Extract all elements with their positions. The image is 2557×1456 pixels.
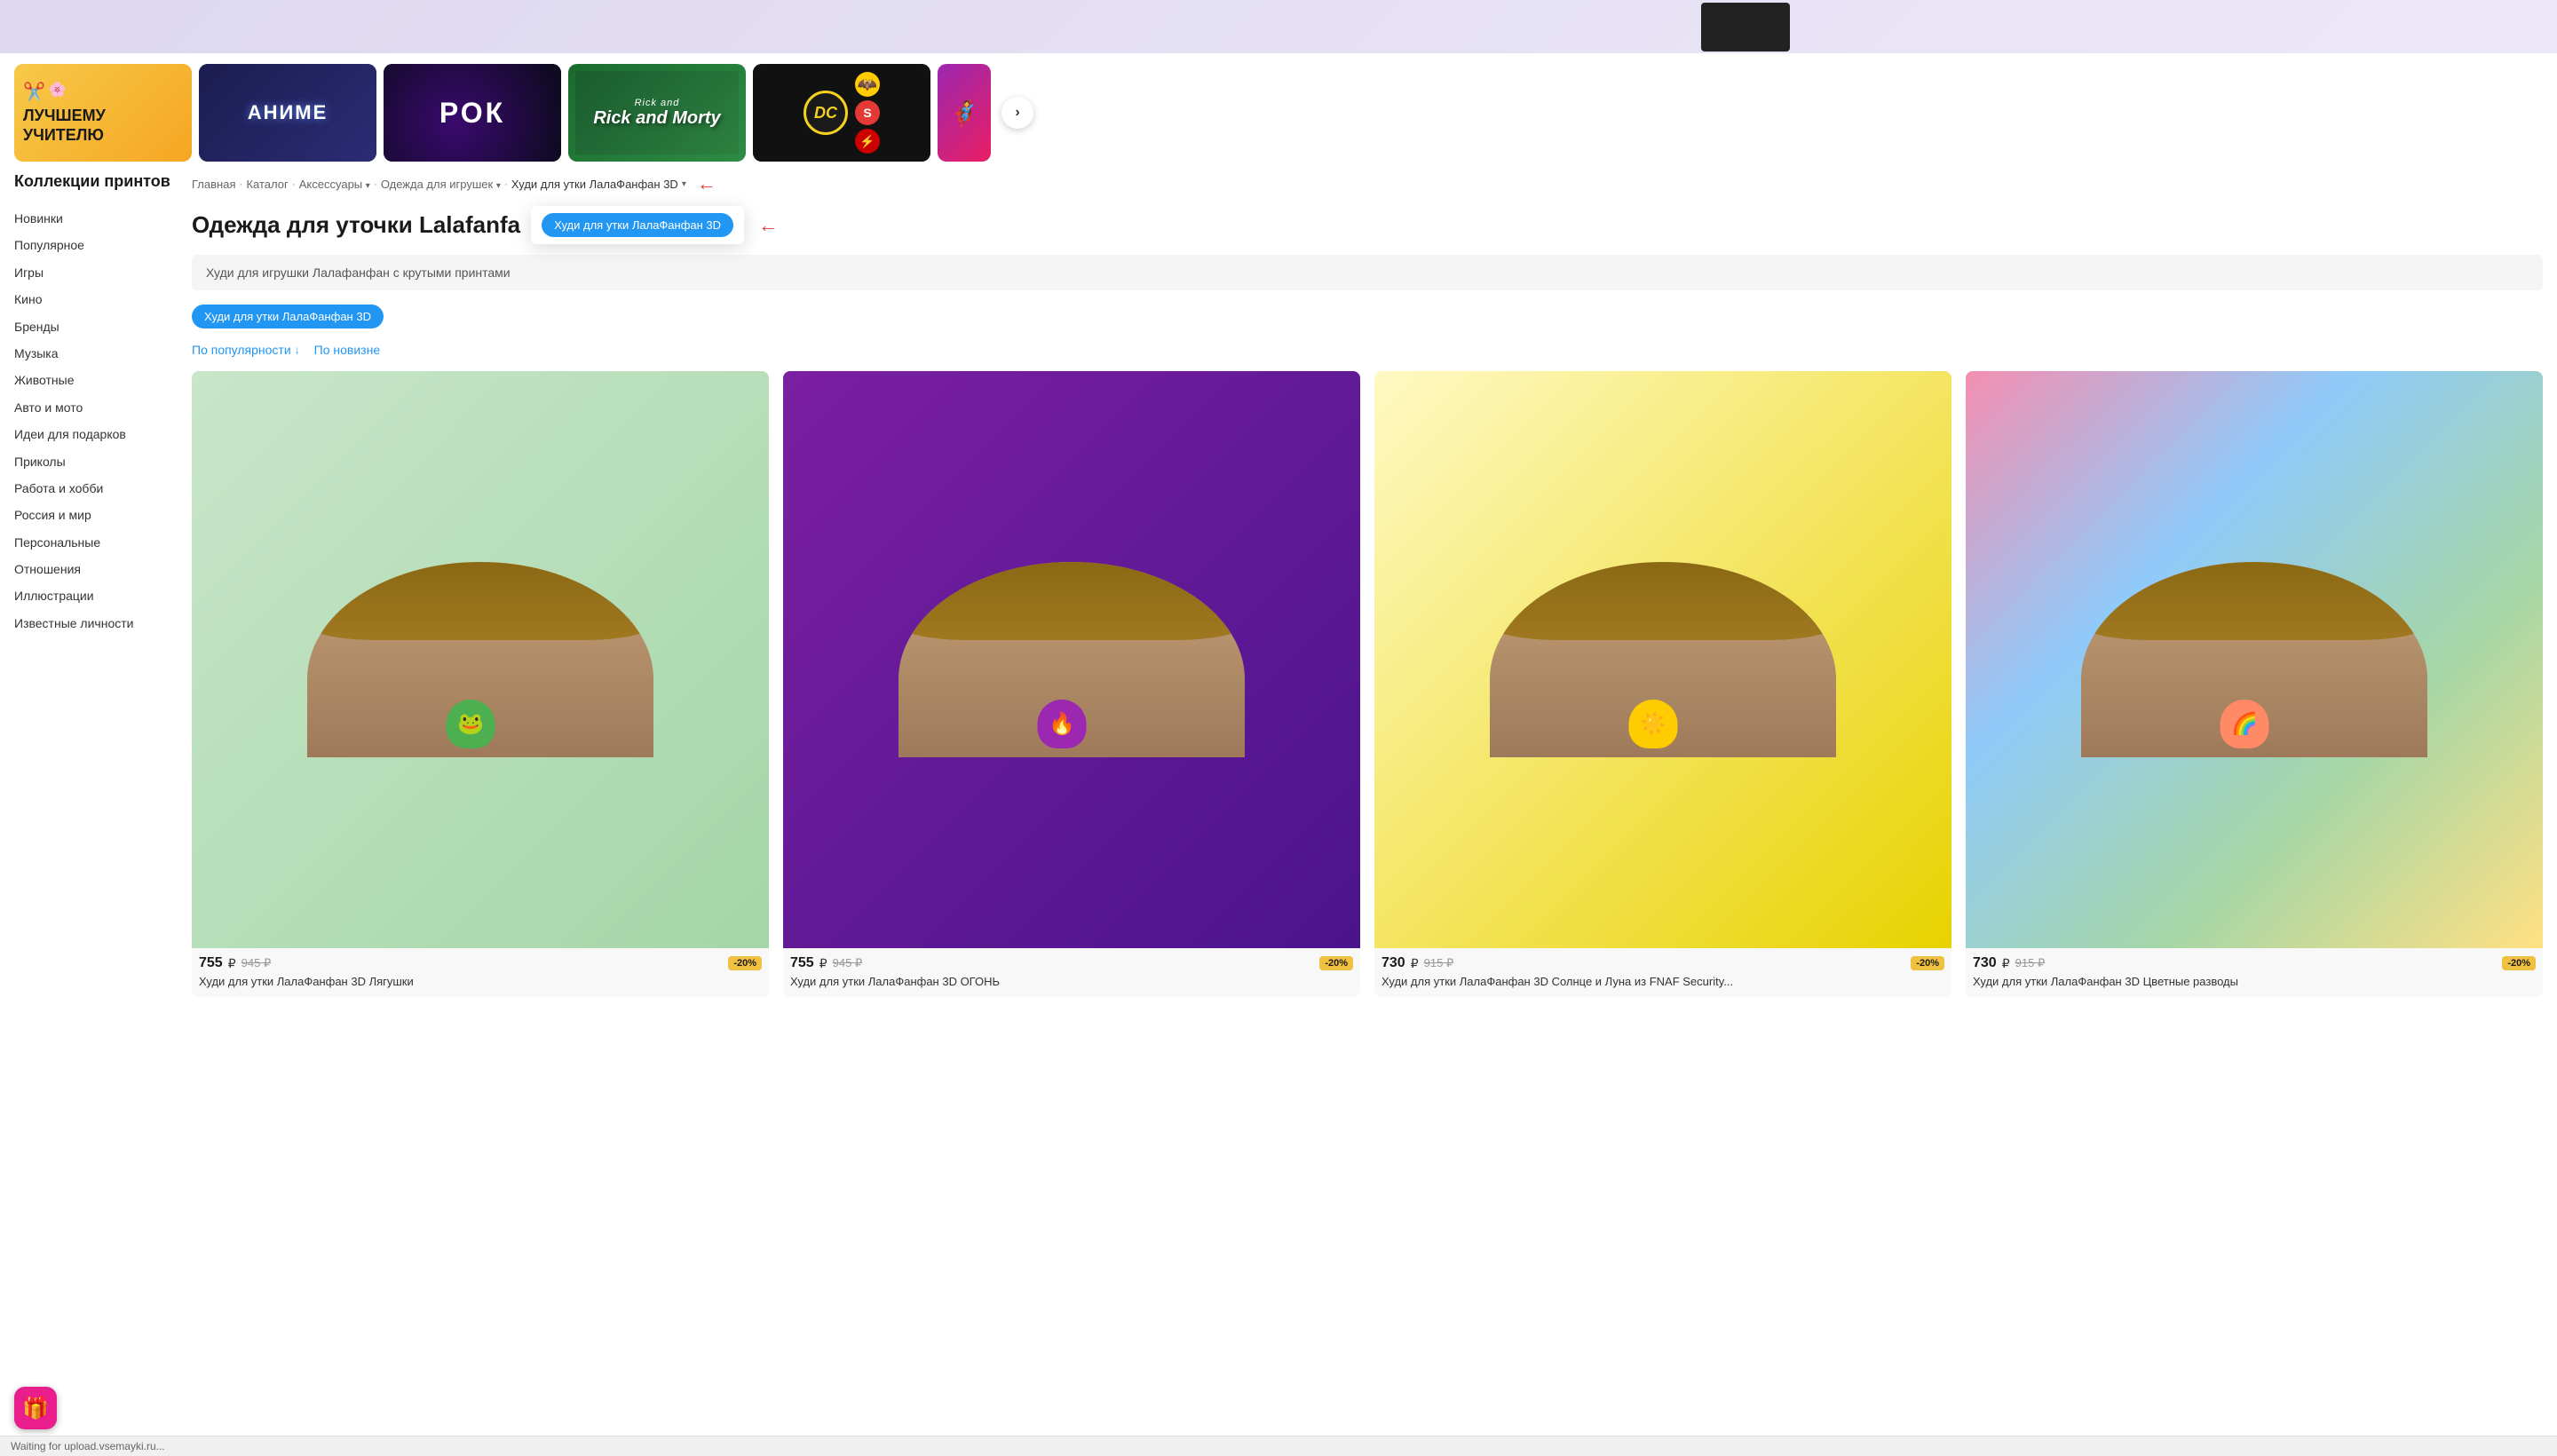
- banner-anime[interactable]: АНИМЕ: [199, 64, 376, 162]
- main-layout: Коллекции принтов НовинкиПопулярноеИгрыК…: [0, 172, 2557, 997]
- banner-rock-label: РОК: [439, 97, 505, 130]
- sidebar-item-иллюстрации[interactable]: Иллюстрации: [14, 582, 170, 609]
- product-card[interactable]: ☀️ 730 ₽ 915 ₽ -20% Худи для утки ЛалаФа…: [1374, 371, 1951, 997]
- price-current: 730: [1381, 955, 1405, 971]
- sidebar-item-персональные[interactable]: Персональные: [14, 529, 170, 556]
- category-banners-row: ✂️ 🌸 ЛУЧШЕМУ УЧИТЕЛЮ АНИМЕ РОК Rick and …: [0, 53, 2557, 172]
- sidebar-item-новинки[interactable]: Новинки: [14, 205, 170, 232]
- price-current: 755: [199, 955, 223, 971]
- price-old: 945 ₽: [241, 956, 272, 970]
- banner-nav-arrow-right[interactable]: ›: [1001, 97, 1033, 129]
- price-old: 915 ₽: [2015, 956, 2046, 970]
- sidebar-title: Коллекции принтов: [14, 172, 170, 191]
- product-name: Худи для утки ЛалаФанфан 3D Лягушки: [199, 975, 762, 990]
- product-name: Худи для утки ЛалаФанфан 3D ОГОНЬ: [790, 975, 1353, 990]
- price-current: 730: [1973, 955, 1997, 971]
- sidebar-item-кино[interactable]: Кино: [14, 286, 170, 313]
- price-old: 945 ₽: [833, 956, 863, 970]
- discount-badge: -20%: [2502, 956, 2536, 970]
- sort-bar: По популярности ↓ По новизне: [192, 343, 2543, 357]
- product-name: Худи для утки ЛалаФанфан 3D Цветные разв…: [1973, 975, 2536, 990]
- sidebar: Коллекции принтов НовинкиПопулярноеИгрыК…: [14, 172, 192, 997]
- discount-badge: -20%: [728, 956, 762, 970]
- banner-teacher-label: ЛУЧШЕМУ УЧИТЕЛЮ: [23, 107, 183, 145]
- gift-icon: 🎁: [22, 1396, 49, 1421]
- breadcrumb-home[interactable]: Главная: [192, 178, 235, 191]
- sort-by-popularity[interactable]: По популярности ↓: [192, 343, 300, 357]
- banner-anime-label: АНИМЕ: [248, 101, 329, 124]
- price-current: 755: [790, 955, 814, 971]
- sidebar-items: НовинкиПопулярноеИгрыКиноБрендыМузыкаЖив…: [14, 205, 170, 637]
- breadcrumb-accessories[interactable]: Аксессуары ▾: [299, 178, 370, 191]
- banner-partial[interactable]: 🦸: [938, 64, 991, 162]
- chevron-right-icon: ›: [1015, 105, 1019, 121]
- banner-rock[interactable]: РОК: [384, 64, 561, 162]
- red-arrow-breadcrumb: ←: [697, 172, 716, 195]
- breadcrumb: Главная · Каталог · Аксессуары ▾ · Одежд…: [192, 172, 2543, 195]
- product-grid: 🐸 755 ₽ 945 ₽ -20% Худи для утки ЛалаФан…: [192, 371, 2543, 997]
- breadcrumb-current[interactable]: Худи для утки ЛалаФанфан 3D ▾: [511, 178, 686, 191]
- sort-arrow-down: ↓: [295, 344, 300, 356]
- product-name: Худи для утки ЛалаФанфан 3D Солнце и Лун…: [1381, 975, 1944, 990]
- dc-logo: DC: [804, 91, 848, 135]
- status-bar: Waiting for upload.vsemayki.ru...: [0, 1436, 2557, 1456]
- banner-rickmorty-label: Rick and Morty: [593, 108, 720, 129]
- product-card[interactable]: 🌈 730 ₽ 915 ₽ -20% Худи для утки ЛалаФан…: [1966, 371, 2543, 997]
- sidebar-item-животные[interactable]: Животные: [14, 367, 170, 393]
- gift-fab-button[interactable]: 🎁: [14, 1387, 57, 1429]
- breadcrumb-toy-clothing[interactable]: Одежда для игрушек ▾: [381, 178, 501, 191]
- banner-teacher[interactable]: ✂️ 🌸 ЛУЧШЕМУ УЧИТЕЛЮ: [14, 64, 192, 162]
- product-card[interactable]: 🐸 755 ₽ 945 ₽ -20% Худи для утки ЛалаФан…: [192, 371, 769, 997]
- sidebar-item-популярное[interactable]: Популярное: [14, 232, 170, 258]
- filter-chip-area: Худи для утки ЛалаФанфан 3D: [192, 305, 2543, 343]
- top-banner: [0, 0, 2557, 53]
- sort-by-newest[interactable]: По новизне: [314, 343, 380, 357]
- sidebar-item-игры[interactable]: Игры: [14, 259, 170, 286]
- sidebar-item-приколы[interactable]: Приколы: [14, 448, 170, 475]
- content-area: Главная · Каталог · Аксессуары ▾ · Одежд…: [192, 172, 2543, 997]
- banner-rickmorty[interactable]: Rick and Rick and Morty: [568, 64, 746, 162]
- breadcrumb-catalog[interactable]: Каталог: [246, 178, 288, 191]
- red-arrow-dropdown: ←: [758, 214, 778, 237]
- price-old: 915 ₽: [1424, 956, 1454, 970]
- page-title: Одежда для уточки Lalafanfa: [192, 211, 520, 239]
- sidebar-item-работа-и-хобби[interactable]: Работа и хобби: [14, 475, 170, 502]
- sidebar-item-бренды[interactable]: Бренды: [14, 313, 170, 340]
- discount-badge: -20%: [1911, 956, 1944, 970]
- breadcrumb-dropdown-arrow: ▾: [682, 179, 686, 189]
- dropdown-active-item[interactable]: Худи для утки ЛалаФанфан 3D: [542, 213, 733, 237]
- page-subtitle: Худи для игрушки Лалафанфан с крутыми пр…: [192, 255, 2543, 290]
- sidebar-item-авто-и-мото[interactable]: Авто и мото: [14, 394, 170, 421]
- active-filter-chip[interactable]: Худи для утки ЛалаФанфан 3D: [192, 305, 384, 328]
- sidebar-item-известные-личности[interactable]: Известные личности: [14, 610, 170, 637]
- banner-dc[interactable]: DC 🦇 S ⚡: [753, 64, 930, 162]
- sidebar-item-идеи-для-подарков[interactable]: Идеи для подарков: [14, 421, 170, 447]
- banner-clothing-image: [1701, 3, 1790, 51]
- sidebar-item-отношения[interactable]: Отношения: [14, 556, 170, 582]
- sidebar-item-музыка[interactable]: Музыка: [14, 340, 170, 367]
- sidebar-item-россия-и-мир[interactable]: Россия и мир: [14, 502, 170, 528]
- title-row: Одежда для уточки Lalafanfa Худи для утк…: [192, 206, 2543, 244]
- product-card[interactable]: 🔥 755 ₽ 945 ₽ -20% Худи для утки ЛалаФан…: [783, 371, 1360, 997]
- discount-badge: -20%: [1319, 956, 1353, 970]
- breadcrumb-dropdown-popup: Худи для утки ЛалаФанфан 3D: [531, 206, 744, 244]
